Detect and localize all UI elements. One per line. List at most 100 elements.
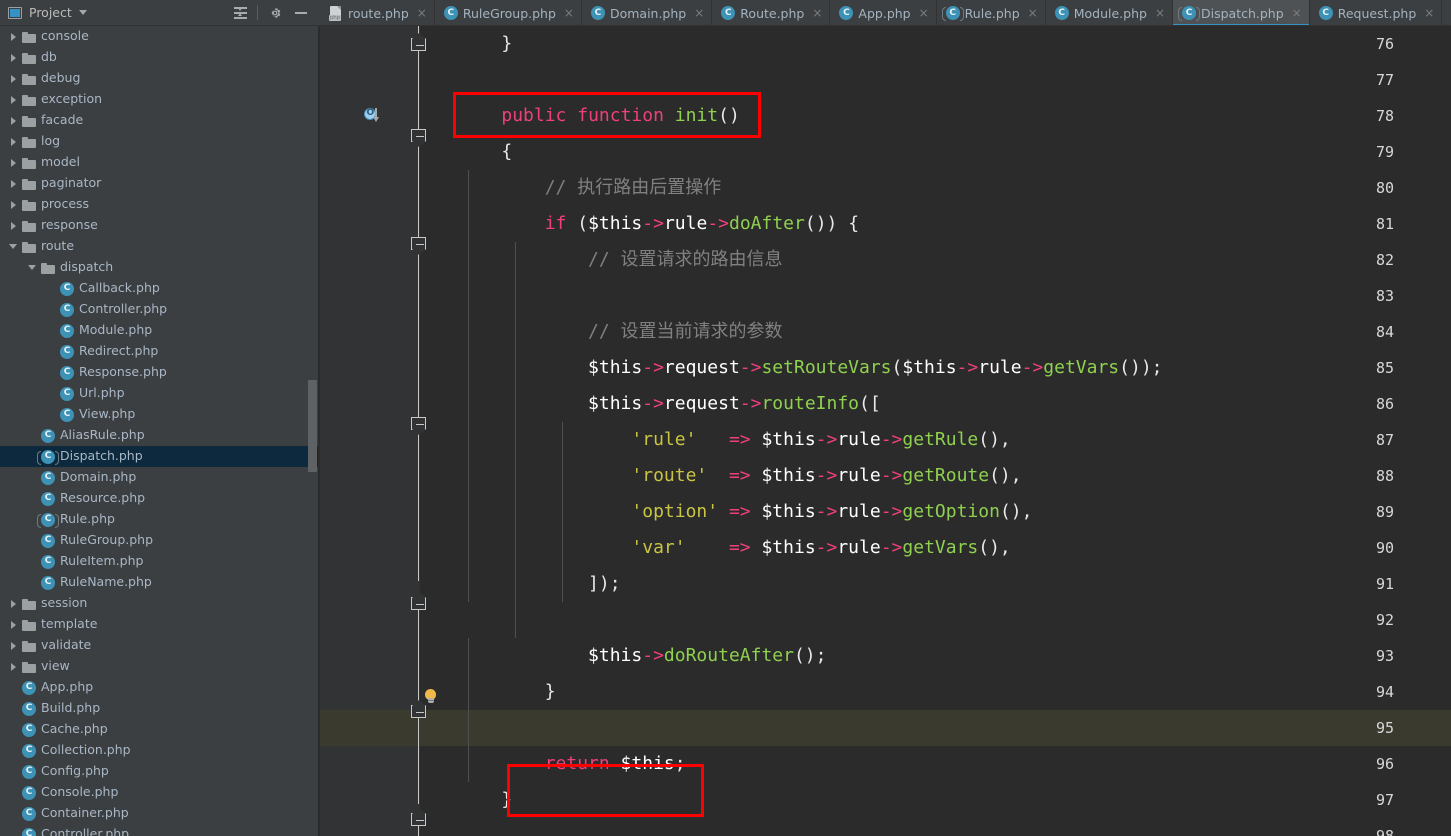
tree-item-console[interactable]: console [0, 26, 320, 47]
code-line[interactable]: if ($this->rule->doAfter()) { [420, 206, 1163, 242]
code-line[interactable] [420, 818, 1163, 836]
chevron-right-icon[interactable] [8, 73, 19, 84]
tree-item-exception[interactable]: exception [0, 89, 320, 110]
code-line[interactable] [420, 602, 1163, 638]
tree-item-aliasrule-php[interactable]: C AliasRule.php [0, 425, 320, 446]
editor-tab-rulegroup-php[interactable]: C RuleGroup.php × [435, 0, 582, 25]
chevron-right-icon[interactable] [8, 199, 19, 210]
code-line[interactable]: 'option' => $this->rule->getOption(), [420, 494, 1163, 530]
tree-item-collection-php[interactable]: C Collection.php [0, 740, 320, 761]
tree-item-ruleitem-php[interactable]: C RuleItem.php [0, 551, 320, 572]
tree-item-db[interactable]: db [0, 47, 320, 68]
tree-item-dispatch-php[interactable]: C Dispatch.php [0, 446, 320, 467]
tree-item-callback-php[interactable]: C Callback.php [0, 278, 320, 299]
close-icon[interactable]: × [919, 7, 929, 19]
code-line[interactable]: $this->request->routeInfo([ [420, 386, 1163, 422]
tree-item-resource-php[interactable]: C Resource.php [0, 488, 320, 509]
close-icon[interactable]: × [564, 7, 574, 19]
code-line[interactable]: } [420, 674, 1163, 710]
editor-tab-ruleitem-php[interactable]: CRuleItem.php [1442, 0, 1451, 25]
tree-item-redirect-php[interactable]: C Redirect.php [0, 341, 320, 362]
chevron-right-icon[interactable] [8, 640, 19, 651]
code-line[interactable]: { [420, 134, 1163, 170]
close-icon[interactable]: × [812, 7, 822, 19]
chevron-right-icon[interactable] [8, 178, 19, 189]
chevron-right-icon[interactable] [8, 619, 19, 630]
chevron-down-icon[interactable] [78, 10, 87, 15]
tree-item-url-php[interactable]: C Url.php [0, 383, 320, 404]
code-line[interactable] [420, 62, 1163, 98]
chevron-right-icon[interactable] [8, 157, 19, 168]
code-line[interactable]: ]); [420, 566, 1163, 602]
chevron-right-icon[interactable] [8, 220, 19, 231]
tree-item-facade[interactable]: facade [0, 110, 320, 131]
close-icon[interactable]: × [1424, 7, 1434, 19]
tree-item-console-php[interactable]: C Console.php [0, 782, 320, 803]
chevron-right-icon[interactable] [8, 136, 19, 147]
tree-item-response-php[interactable]: C Response.php [0, 362, 320, 383]
editor-tab-rule-php[interactable]: C Rule.php × [937, 0, 1046, 25]
close-icon[interactable]: × [1155, 7, 1165, 19]
tree-item-model[interactable]: model [0, 152, 320, 173]
project-tree[interactable]: console db debug exception facade log model pag… [0, 26, 320, 836]
close-icon[interactable]: × [1292, 7, 1302, 19]
tree-item-rule-php[interactable]: C Rule.php [0, 509, 320, 530]
minimize-button[interactable] [288, 0, 314, 26]
tree-item-domain-php[interactable]: C Domain.php [0, 467, 320, 488]
code-line[interactable]: } [420, 26, 1163, 62]
tree-item-debug[interactable]: debug [0, 68, 320, 89]
tree-item-dispatch[interactable]: dispatch [0, 257, 320, 278]
chevron-down-icon[interactable] [27, 262, 38, 273]
tree-item-config-php[interactable]: C Config.php [0, 761, 320, 782]
tree-item-view[interactable]: view [0, 656, 320, 677]
tree-item-build-php[interactable]: C Build.php [0, 698, 320, 719]
code-editor[interactable]: 7677787980818283848586878889909192939495… [320, 26, 1451, 836]
code-line[interactable] [420, 710, 1163, 746]
code-line[interactable]: // 执行路由后置操作 [420, 170, 1163, 206]
editor-tab-app-php[interactable]: C App.php × [830, 0, 937, 25]
editor-tab-request-php[interactable]: C Request.php × [1310, 0, 1443, 25]
chevron-right-icon[interactable] [8, 115, 19, 126]
code-line[interactable]: return $this; [420, 746, 1163, 782]
tree-item-rulename-php[interactable]: C RuleName.php [0, 572, 320, 593]
tree-item-route[interactable]: route [0, 236, 320, 257]
chevron-right-icon[interactable] [8, 661, 19, 672]
tree-item-app-php[interactable]: C App.php [0, 677, 320, 698]
code-line[interactable] [420, 278, 1163, 314]
code-line[interactable]: } [420, 782, 1163, 818]
close-icon[interactable]: × [694, 7, 704, 19]
tree-item-session[interactable]: session [0, 593, 320, 614]
close-icon[interactable]: × [417, 7, 427, 19]
scrollbar-thumb[interactable] [308, 380, 317, 472]
code-line[interactable]: 'route' => $this->rule->getRoute(), [420, 458, 1163, 494]
chevron-right-icon[interactable] [8, 94, 19, 105]
code-line[interactable]: $this->request->setRouteVars($this->rule… [420, 350, 1162, 386]
editor-tab-strip[interactable]: php route.php × C RuleGroup.php × C Domain.php ×… [320, 0, 1451, 26]
editor-tab-route-php[interactable]: C Route.php × [712, 0, 831, 25]
tree-item-process[interactable]: process [0, 194, 320, 215]
chevron-right-icon[interactable] [8, 52, 19, 63]
code-line[interactable]: // 设置当前请求的参数 [420, 314, 1163, 350]
close-icon[interactable]: × [1028, 7, 1038, 19]
tree-item-paginator[interactable]: paginator [0, 173, 320, 194]
tree-item-response[interactable]: response [0, 215, 320, 236]
tree-item-container-php[interactable]: C Container.php [0, 803, 320, 824]
editor-tab-route-php[interactable]: php route.php × [320, 0, 435, 25]
settings-button[interactable] [262, 0, 288, 26]
code-line[interactable]: 'var' => $this->rule->getVars(), [420, 530, 1163, 566]
tree-item-module-php[interactable]: C Module.php [0, 320, 320, 341]
tree-item-view-php[interactable]: C View.php [0, 404, 320, 425]
tree-item-controller-php[interactable]: C Controller.php [0, 824, 320, 836]
code-line[interactable]: 'rule' => $this->rule->getRule(), [420, 422, 1163, 458]
tree-item-log[interactable]: log [0, 131, 320, 152]
tree-item-template[interactable]: template [0, 614, 320, 635]
tree-item-validate[interactable]: validate [0, 635, 320, 656]
project-tree-panel[interactable]: console db debug exception facade log model pag… [0, 26, 320, 836]
code-line[interactable]: // 设置请求的路由信息 [420, 242, 1163, 278]
chevron-down-icon[interactable] [8, 241, 19, 252]
source-code[interactable]: } public function init() { // 执行路由后置操作 i… [420, 26, 1163, 836]
editor-tab-dispatch-php[interactable]: C Dispatch.php × [1173, 0, 1310, 25]
tree-item-controller-php[interactable]: C Controller.php [0, 299, 320, 320]
code-line[interactable]: $this->doRouteAfter(); [420, 638, 1163, 674]
tree-item-rulegroup-php[interactable]: C RuleGroup.php [0, 530, 320, 551]
